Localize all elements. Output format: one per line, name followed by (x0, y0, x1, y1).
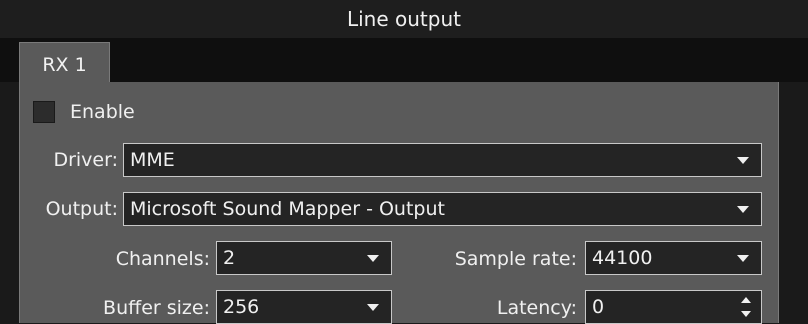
chevron-down-icon (367, 304, 379, 311)
spin-down-icon[interactable] (741, 311, 751, 317)
chevron-down-icon (737, 206, 749, 213)
window-title-bar: Line output (0, 0, 808, 38)
driver-select[interactable]: MME (123, 143, 762, 177)
driver-label: Driver: (53, 149, 118, 171)
channels-select[interactable]: 2 (216, 241, 392, 275)
buffer-size-value: 256 (223, 296, 260, 318)
buffer-size-select[interactable]: 256 (216, 290, 392, 324)
channels-label: Channels: (115, 248, 210, 270)
chevron-down-icon (367, 255, 379, 262)
sample-rate-value: 44100 (592, 247, 653, 269)
chevron-down-icon (737, 255, 749, 262)
window-title: Line output (346, 7, 461, 31)
output-value: Microsoft Sound Mapper - Output (130, 198, 445, 220)
tab-bar: RX 1 (0, 38, 808, 86)
enable-label: Enable (70, 101, 135, 123)
sample-rate-select[interactable]: 44100 (585, 241, 762, 275)
buffer-size-label: Buffer size: (103, 297, 210, 319)
latency-value: 0 (592, 296, 605, 318)
output-label: Output: (45, 198, 118, 220)
chevron-down-icon (737, 157, 749, 164)
latency-spinbox[interactable]: 0 (585, 290, 762, 324)
tab-label: RX 1 (42, 53, 87, 76)
tab-rx-1[interactable]: RX 1 (19, 42, 110, 86)
spin-up-icon[interactable] (741, 297, 751, 303)
driver-value: MME (130, 149, 175, 171)
enable-checkbox[interactable] (33, 101, 55, 123)
sample-rate-label: Sample rate: (454, 248, 577, 270)
channels-value: 2 (223, 247, 236, 269)
output-select[interactable]: Microsoft Sound Mapper - Output (123, 192, 762, 226)
latency-label: Latency: (496, 297, 577, 319)
